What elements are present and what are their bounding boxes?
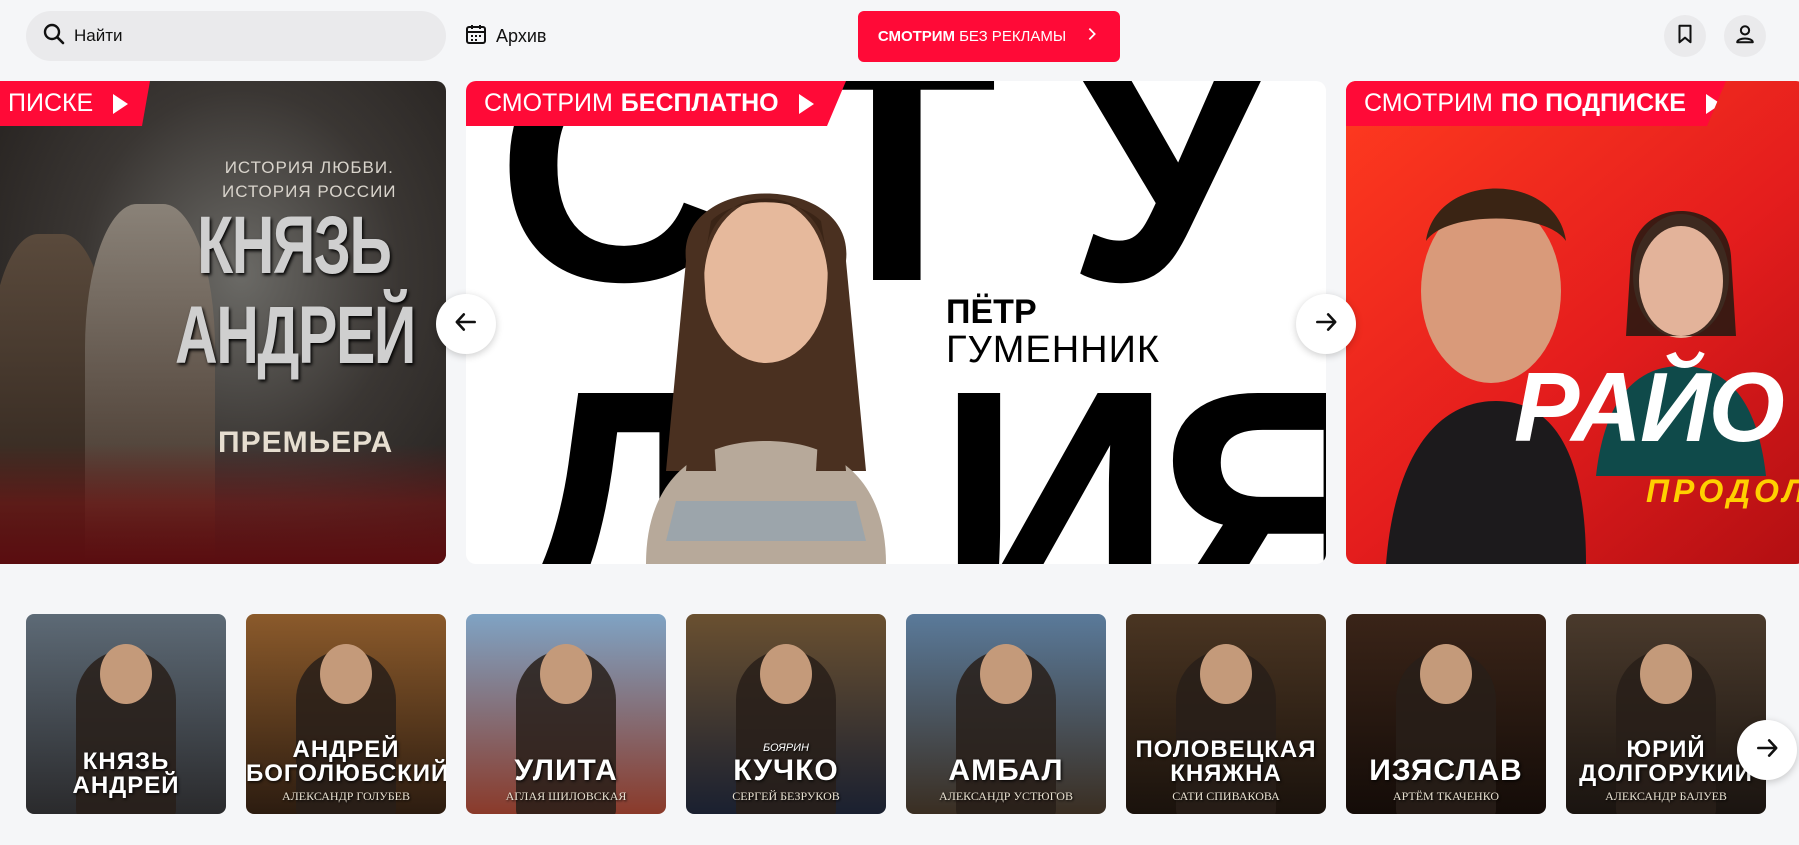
hero-next-button[interactable] xyxy=(1296,294,1356,354)
card-actor-name: АЛЕКСАНДР УСТЮГОВ xyxy=(939,789,1073,803)
arrow-left-icon xyxy=(453,309,479,340)
hero-slide-studio[interactable]: С Т У Д И Я ПЁТР ГУМЕННИК СМОТРИМ БЕСПЛА… xyxy=(466,81,1326,564)
chevron-right-icon xyxy=(1084,26,1100,47)
ribbon-label: СМОТРИМ xyxy=(1364,89,1493,117)
ribbon-bold-label: ПО ПОДПИСКЕ xyxy=(1500,89,1686,117)
cards-next-button[interactable] xyxy=(1737,720,1797,780)
title-line: АНДРЕЙ xyxy=(175,290,416,381)
decor-letter: У xyxy=(1066,81,1272,350)
hero-subtitle: ПРОДОЛЖ xyxy=(1646,473,1799,509)
card-title: КУЧКО xyxy=(733,754,839,787)
premiere-badge: ПРЕМЬЕРА xyxy=(218,426,394,459)
card-title: ПОЛОВЕЦКАЯ xyxy=(1135,736,1317,763)
play-icon xyxy=(113,93,129,114)
decor-letter: И xyxy=(936,321,1174,565)
character-card[interactable]: КНЯЗЬ АНДРЕЙ xyxy=(26,614,226,814)
character-card[interactable]: ИЗЯСЛАВ АРТЁМ ТКАЧЕНКО xyxy=(1346,614,1546,814)
card-title: АНДРЕЙ xyxy=(292,736,400,763)
character-face xyxy=(100,644,152,704)
subscription-ribbon: ПИСКЕ xyxy=(0,81,150,126)
character-face xyxy=(760,644,812,704)
user-icon xyxy=(1734,23,1756,50)
card-title: ИЗЯСЛАВ xyxy=(1369,754,1523,787)
character-face xyxy=(540,644,592,704)
card-actor-name: САТИ СПИВАКОВА xyxy=(1172,789,1280,803)
card-actor-name: АГЛАЯ ШИЛОВСКАЯ xyxy=(505,789,627,803)
poppy-field xyxy=(0,444,446,564)
bookmarks-button[interactable] xyxy=(1664,15,1706,57)
character-face xyxy=(1640,644,1692,704)
archive-link[interactable]: Архив xyxy=(464,20,546,52)
top-bar: Архив СМОТРИМ БЕЗ РЕКЛАМЫ xyxy=(0,0,1799,72)
play-icon xyxy=(798,93,814,114)
ribbon-label: ПИСКЕ xyxy=(8,89,94,117)
character-card[interactable]: АМБАЛ АЛЕКСАНДР УСТЮГОВ xyxy=(906,614,1106,814)
card-title: КНЯЖНА xyxy=(1170,760,1282,787)
character-face xyxy=(320,644,372,704)
character-card[interactable]: ЮРИЙ ДОЛГОРУКИЙ АЛЕКСАНДР БАЛУЕВ xyxy=(1566,614,1766,814)
card-title: БОГОЛЮБСКИЙ xyxy=(246,760,446,787)
card-title: АНДРЕЙ xyxy=(72,772,180,799)
character-card[interactable]: УЛИТА АГЛАЯ ШИЛОВСКАЯ xyxy=(466,614,666,814)
search-box[interactable] xyxy=(26,11,446,61)
hero-title: КНЯЗЬ АНДРЕЙ xyxy=(175,200,416,381)
promo-bold-label: СМОТРИМ xyxy=(877,28,956,45)
play-icon xyxy=(1705,93,1721,114)
hero-slide-rayon[interactable]: РАЙО ПРОДОЛЖ СМОТРИМ ПО ПОДПИСКЕ xyxy=(1346,81,1799,564)
card-title: ЮРИЙ xyxy=(1626,736,1706,763)
search-input[interactable] xyxy=(74,26,414,46)
ribbon-bold-label: БЕСПЛАТНО xyxy=(620,89,779,117)
free-ribbon: СМОТРИМ БЕСПЛАТНО xyxy=(466,81,846,126)
arrow-right-icon xyxy=(1754,735,1780,766)
host-portrait xyxy=(616,141,916,564)
character-card[interactable]: АНДРЕЙ БОГОЛЮБСКИЙ АЛЕКСАНДР ГОЛУБЕВ xyxy=(246,614,446,814)
character-face xyxy=(1200,644,1252,704)
card-pretitle: БОЯРИН xyxy=(763,742,809,754)
hero-title: РАЙО xyxy=(1514,352,1785,462)
hero-slide-knyaz-andrey[interactable]: ПИСКЕ ИСТОРИЯ ЛЮБВИ. ИСТОРИЯ РОССИИ КНЯЗ… xyxy=(0,81,446,564)
subscription-ribbon: СМОТРИМ ПО ПОДПИСКЕ xyxy=(1346,81,1726,126)
card-actor-name: АЛЕКСАНДР БАЛУЕВ xyxy=(1605,789,1727,803)
character-face xyxy=(1420,644,1472,704)
card-title: ДОЛГОРУКИЙ xyxy=(1579,760,1753,787)
tagline-line: ИСТОРИЯ ЛЮБВИ. xyxy=(224,158,394,177)
calendar-icon xyxy=(464,22,488,51)
card-title: КНЯЗЬ xyxy=(82,748,170,775)
watch-no-ads-button[interactable]: СМОТРИМ БЕЗ РЕКЛАМЫ xyxy=(858,11,1120,62)
card-title: АМБАЛ xyxy=(948,754,1064,787)
card-actor-name: СЕРГЕЙ БЕЗРУКОВ xyxy=(732,789,840,803)
search-icon xyxy=(42,22,66,51)
character-card[interactable]: БОЯРИН КУЧКО СЕРГЕЙ БЕЗРУКОВ xyxy=(686,614,886,814)
host-last-name: ГУМЕННИК xyxy=(946,329,1161,371)
bookmark-icon xyxy=(1674,23,1696,50)
promo-label: БЕЗ РЕКЛАМЫ xyxy=(959,28,1067,45)
decor-letter: Я xyxy=(1156,321,1326,565)
title-line: КНЯЗЬ xyxy=(197,200,392,291)
ribbon-label: СМОТРИМ xyxy=(484,89,613,117)
card-title: УЛИТА xyxy=(514,754,618,787)
archive-label: Архив xyxy=(496,25,547,46)
character-card[interactable]: ПОЛОВЕЦКАЯ КНЯЖНА САТИ СПИВАКОВА xyxy=(1126,614,1326,814)
card-actor-name: АЛЕКСАНДР ГОЛУБЕВ xyxy=(281,789,410,803)
character-face xyxy=(980,644,1032,704)
host-first-name: ПЁТР xyxy=(946,293,1037,331)
hero-prev-button[interactable] xyxy=(436,294,496,354)
hero-tagline: ИСТОРИЯ ЛЮБВИ. ИСТОРИЯ РОССИИ xyxy=(222,156,397,204)
profile-button[interactable] xyxy=(1724,15,1766,57)
arrow-right-icon xyxy=(1313,309,1339,340)
card-actor-name: АРТЁМ ТКАЧЕНКО xyxy=(1392,789,1500,803)
